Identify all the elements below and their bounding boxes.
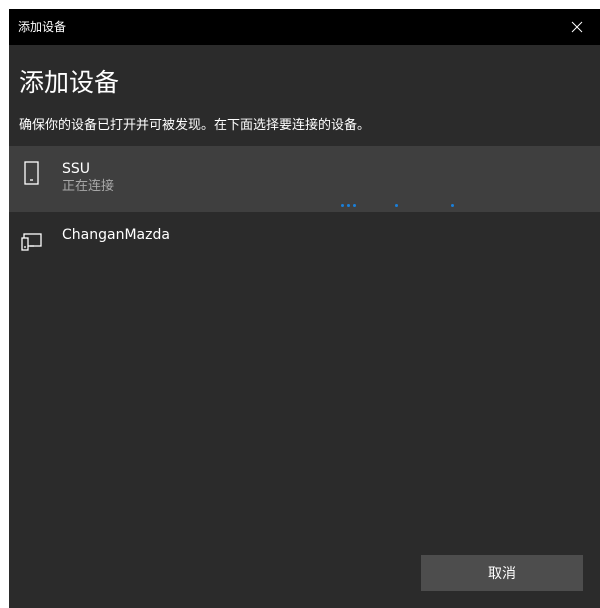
- device-name: SSU: [62, 161, 91, 177]
- title-bar: 添加设备: [9, 9, 600, 45]
- page: 添加设备 添加设备 确保你的设备已打开并可被发现。在下面选择要连接的设备。 SS…: [0, 0, 600, 608]
- device-status: 正在连接: [62, 179, 115, 194]
- device-item-ssu[interactable]: SSU 正在连接: [9, 146, 600, 212]
- add-device-dialog: 添加设备 添加设备 确保你的设备已打开并可被发现。在下面选择要连接的设备。 SS…: [9, 9, 600, 608]
- progress-dot: [341, 204, 344, 207]
- progress-dot: [395, 204, 398, 207]
- progress-dot: [347, 204, 350, 207]
- progress-dot: [451, 204, 454, 207]
- close-button[interactable]: [554, 9, 600, 45]
- device-item-changanmazda[interactable]: ChanganMazda: [9, 212, 600, 278]
- device-name: ChanganMazda: [62, 227, 170, 243]
- page-title: 添加设备: [19, 68, 120, 97]
- cancel-button[interactable]: 取消: [421, 555, 583, 591]
- instructions-text: 确保你的设备已打开并可被发现。在下面选择要连接的设备。: [19, 118, 371, 133]
- close-icon: [571, 21, 583, 33]
- display-device-icon: [21, 233, 42, 251]
- progress-dot: [353, 204, 356, 207]
- window-title: 添加设备: [18, 20, 67, 34]
- connecting-progress-indicator: [9, 202, 600, 210]
- phone-icon: [24, 161, 39, 185]
